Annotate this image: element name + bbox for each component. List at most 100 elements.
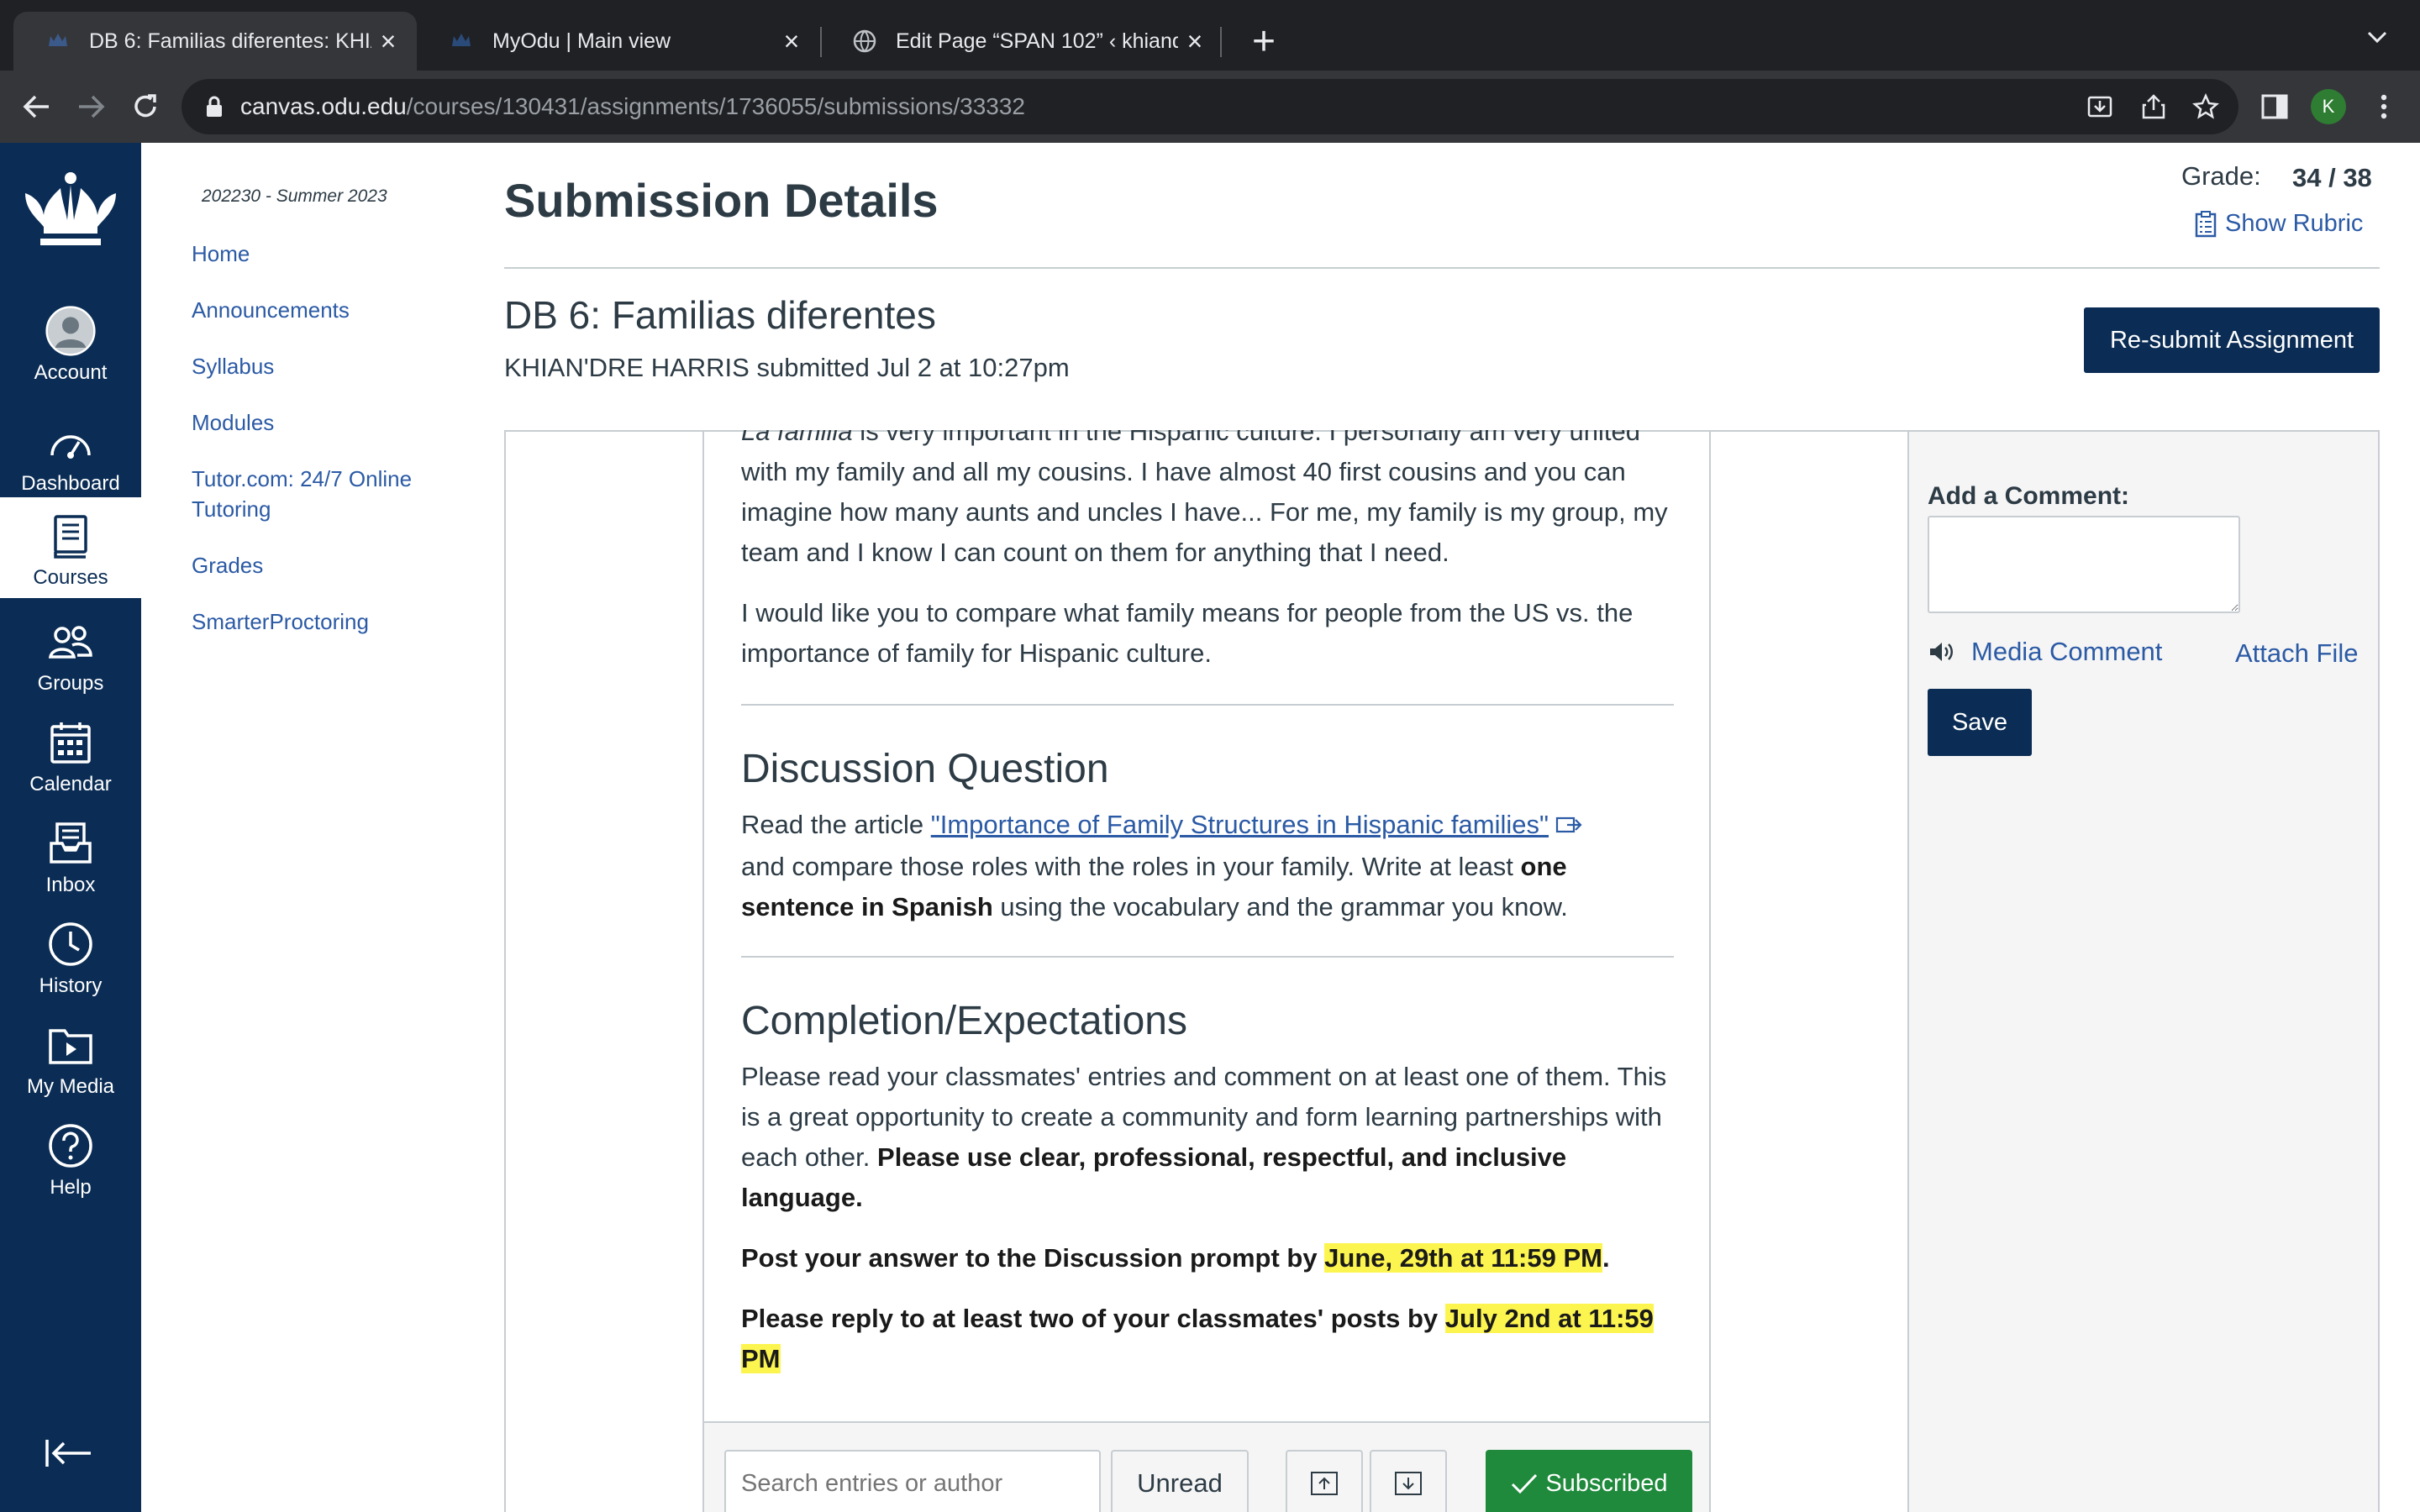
intro-paragraph: La familia is very important in the Hisp… (741, 430, 1674, 573)
reply-pre: Please reply to at least two of your cla… (741, 1303, 1445, 1333)
global-nav-dashboard[interactable]: Dashboard (0, 403, 141, 504)
dq-text-mid: and compare those roles with the roles i… (741, 851, 1521, 881)
avatar-icon (45, 306, 96, 356)
dq-text-pre: Read the article (741, 810, 931, 839)
address-bar[interactable]: canvas.odu.edu/courses/130431/assignment… (182, 79, 2238, 134)
global-nav-label: Dashboard (21, 472, 120, 495)
install-app-icon[interactable] (2084, 91, 2116, 123)
odu-favicon-icon (449, 29, 474, 54)
intro-text: is very important in the Hispanic cultur… (741, 430, 1668, 567)
checkmark-icon (1512, 1473, 1538, 1494)
comment-sidebar: Add a Comment: Media Comment Attach File… (1907, 432, 2378, 1512)
inbox-icon (45, 818, 96, 869)
odu-crown-logo-icon[interactable] (18, 168, 123, 252)
close-tab-icon[interactable]: × (775, 26, 808, 57)
grade-label: Grade: (2181, 161, 2261, 191)
browser-tab-edit-page[interactable]: Edit Page “SPAN 102” ‹ khiandre × (820, 12, 1223, 71)
collapse-nav-icon[interactable] (44, 1436, 94, 1487)
discussion-content-panel[interactable]: La familia is very important in the Hisp… (702, 430, 1711, 1512)
forward-arrow-icon[interactable] (71, 86, 113, 128)
global-nav-my-media[interactable]: My Media (0, 1006, 141, 1107)
compare-paragraph: I would like you to compare what family … (741, 598, 1634, 668)
media-comment-link[interactable]: Media Comment (1928, 637, 2162, 667)
collapse-replies-button[interactable] (1286, 1450, 1363, 1512)
assignment-title: DB 6: Familias diferentes (504, 293, 936, 337)
media-comment-label: Media Comment (1971, 637, 2163, 666)
rubric-icon (2195, 210, 2217, 237)
tab-title: DB 6: Familias diferentes: KHIAN'DRE HAR… (89, 29, 371, 53)
global-nav-account[interactable]: Account (0, 292, 141, 393)
close-tab-icon[interactable]: × (371, 26, 405, 57)
discussion-toolbar: Unread Subscribed (704, 1421, 1709, 1512)
show-rubric-link[interactable]: Show Rubric (2195, 210, 2363, 238)
show-rubric-label: Show Rubric (2225, 210, 2364, 237)
section-divider (741, 955, 1674, 958)
close-tab-icon[interactable]: × (1178, 26, 1212, 57)
global-nav-calendar[interactable]: Calendar (0, 704, 141, 805)
media-icon (45, 1020, 96, 1070)
profile-avatar[interactable]: K (2311, 89, 2346, 124)
browser-toolbar: canvas.odu.edu/courses/130431/assignment… (0, 71, 2420, 143)
canvas-favicon-icon (45, 29, 71, 54)
attach-file-link[interactable]: Attach File (2235, 638, 2358, 669)
global-nav-label: Groups (37, 672, 104, 695)
browser-tab-bar: DB 6: Familias diferentes: KHIAN'DRE HAR… (0, 0, 2420, 71)
submitted-line: KHIAN'DRE HARRIS submitted Jul 2 at 10:2… (504, 353, 1070, 382)
post-end: . (1602, 1242, 1610, 1273)
reload-icon[interactable] (124, 86, 166, 128)
globe-icon (852, 29, 877, 54)
completion-heading: Completion/Expectations (741, 998, 1187, 1043)
grade-value: 34 / 38 (2292, 163, 2372, 192)
course-nav-announcements[interactable]: Announcements (192, 295, 444, 325)
course-nav-syllabus[interactable]: Syllabus (192, 351, 444, 381)
discussion-question-paragraph: Read the article "Importance of Family S… (741, 805, 1674, 927)
search-entries-input[interactable] (724, 1450, 1101, 1512)
arrow-down-tray-icon (1395, 1472, 1422, 1495)
share-icon[interactable] (2138, 91, 2170, 123)
dq-text-post: using the vocabulary and the grammar you… (992, 891, 1568, 921)
new-tab-button[interactable]: + (1240, 18, 1287, 66)
tab-separator (1220, 27, 1222, 57)
tab-search-chevron-icon[interactable] (2366, 24, 2388, 50)
comment-textarea[interactable] (1928, 516, 2240, 613)
course-navigation: Home Announcements Syllabus Modules Tuto… (192, 239, 444, 637)
course-nav-smarterproctoring[interactable]: SmarterProctoring (192, 606, 444, 637)
article-link[interactable]: "Importance of Family Structures in Hisp… (931, 810, 1549, 839)
discussion-body: La familia is very important in the Hisp… (741, 430, 1674, 1379)
save-comment-button[interactable]: Save (1928, 689, 2032, 756)
subscribed-button[interactable]: Subscribed (1486, 1450, 1692, 1512)
post-deadline-paragraph: Post your answer to the Discussion promp… (741, 1238, 1674, 1278)
global-nav-help[interactable]: Help (0, 1107, 141, 1208)
global-nav-groups[interactable]: Groups (0, 603, 141, 704)
page-title: Submission Details (504, 174, 939, 227)
course-nav-grades[interactable]: Grades (192, 550, 444, 580)
calendar-icon (45, 717, 96, 768)
back-arrow-icon[interactable] (15, 86, 57, 128)
intro-italic: La familia (741, 430, 853, 446)
course-nav-modules[interactable]: Modules (192, 407, 444, 438)
global-nav-history[interactable]: History (0, 906, 141, 1006)
browser-tab-db6[interactable]: DB 6: Familias diferentes: KHIAN'DRE HAR… (13, 12, 417, 71)
browser-tab-myodu[interactable]: MyOdu | Main view × (417, 12, 820, 71)
course-nav-home[interactable]: Home (192, 239, 444, 269)
external-link-icon (1555, 806, 1582, 847)
discussion-question-heading: Discussion Question (741, 747, 1109, 791)
url-path: /courses/130431/assignments/1736055/subm… (406, 93, 1025, 119)
global-nav-label: My Media (26, 1075, 115, 1098)
side-panel-icon[interactable] (2255, 87, 2294, 126)
term-label: 202230 - Summer 2023 (202, 186, 387, 206)
global-nav-label: Help (50, 1176, 92, 1199)
tab-title: Edit Page “SPAN 102” ‹ khiandre (896, 29, 1178, 53)
global-nav-courses[interactable]: Courses (0, 497, 141, 598)
course-nav-tutor[interactable]: Tutor.com: 24/7 Online Tutoring (192, 464, 444, 524)
history-icon (45, 919, 96, 969)
expand-replies-button[interactable] (1370, 1450, 1447, 1512)
speaker-icon (1930, 643, 1953, 661)
unread-button[interactable]: Unread (1111, 1450, 1249, 1512)
arrow-up-tray-icon (1311, 1472, 1338, 1495)
resubmit-assignment-button[interactable]: Re-submit Assignment (2084, 307, 2380, 373)
reply-deadline-paragraph: Please reply to at least two of your cla… (741, 1299, 1674, 1379)
bookmark-star-icon[interactable] (2190, 91, 2222, 123)
kebab-menu-icon[interactable] (2365, 87, 2403, 126)
global-nav-inbox[interactable]: Inbox (0, 805, 141, 906)
